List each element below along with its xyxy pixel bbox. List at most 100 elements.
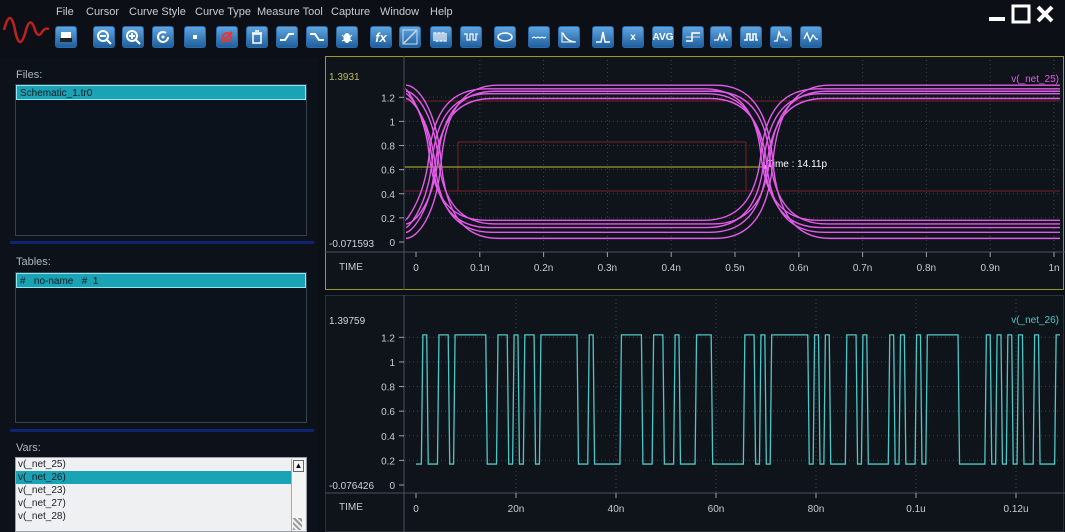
menu-measure-tool[interactable]: Measure Tool [257,6,323,18]
menu-help[interactable]: Help [430,6,453,18]
menu-cursor[interactable]: Cursor [86,6,119,18]
rising-edge-icon[interactable] [276,26,298,48]
y-tick-label: 0 [389,481,395,492]
x-marker-icon[interactable]: x [622,26,644,48]
print-icon[interactable] [55,26,77,48]
x-tick-label: 0 [413,263,419,274]
function-icon[interactable]: fx [370,26,392,48]
vars-list[interactable]: v(_net_25) v(_net_26) v(_net_23) v(_net_27)… [15,457,307,532]
y-tick-label: 0.2 [381,456,395,467]
x-axis-label: TIME [339,262,363,273]
step-icon[interactable] [682,26,704,48]
stop-icon[interactable] [184,26,206,48]
falling-edge-icon[interactable] [306,26,328,48]
splitter[interactable] [10,241,314,244]
menu-capture[interactable]: Capture [331,6,370,18]
y-tick-label: 0.4 [381,432,395,443]
scroll-up-icon[interactable]: ▲ [293,460,304,472]
tables-list[interactable]: # no-name # 1 [15,272,307,423]
y-max-label: 1.39759 [329,316,366,327]
scroll-thumb[interactable] [293,518,302,530]
var-item[interactable]: v(_net_25) [16,458,292,471]
y-tick-label: 0.8 [381,142,395,153]
tables-label: Tables: [16,256,51,268]
x-tick-label: 0.12u [1003,504,1028,515]
y-tick-label: 0 [389,238,395,249]
y-min-label: -0.071593 [329,239,374,250]
peak-icon[interactable] [592,26,614,48]
square-wave-icon[interactable] [740,26,762,48]
x-tick-label: 40n [608,504,625,515]
plot-pane-top[interactable]: Time : 14.11p 1.2 1 0.8 0.6 0.4 0.2 0 0 0.1n 0.2n… [325,56,1065,290]
zoom-reset-icon[interactable] [152,26,174,48]
average-icon[interactable]: AVG [652,26,674,48]
trash-icon[interactable] [246,26,268,48]
x-tick-label: 0.9n [980,263,999,274]
x-tick-label: 1n [1048,263,1059,274]
y-tick-label: 0.2 [381,214,395,225]
decay-icon[interactable] [558,26,580,48]
overshoot-icon[interactable] [770,26,792,48]
x-tick-label: 0.1n [470,263,489,274]
pulse-train-icon[interactable] [430,26,452,48]
minimize-icon[interactable] [987,4,1007,24]
signal-name: v(_net_26) [1011,315,1059,326]
zoom-out-icon[interactable] [93,26,115,48]
menu-file[interactable]: File [56,6,74,18]
x-tick-label: 0.8n [917,263,936,274]
noise-icon[interactable] [528,26,550,48]
cursor-readout: Time : 14.11p [767,159,827,170]
x-tick-label: 20n [508,504,525,515]
x-tick-label: 60n [708,504,725,515]
bug-icon[interactable] [336,26,358,48]
average-label: AVG [652,31,674,43]
x-tick-label: 0.7n [853,263,872,274]
x-tick-label: 0.1u [906,504,925,515]
y-tick-label: 0.4 [381,190,395,201]
y-tick-label: 0.6 [381,166,395,177]
menu-window[interactable]: Window [380,6,419,18]
vars-label: Vars: [16,442,41,454]
y-tick-label: 1.2 [381,333,395,344]
signal-name: v(_net_25) [1011,74,1059,85]
y-min-label: -0.076426 [329,481,374,492]
plot-pane-bottom[interactable]: 1.2 1 0.8 0.6 0.4 0.2 0 0 20n 40n 60n 80n 0.1u 0.12u 1… [325,295,1065,532]
menu-curve-style[interactable]: Curve Style [129,6,186,18]
y-tick-label: 0.8 [381,383,395,394]
list-item[interactable]: # no-name # 1 [16,273,306,288]
scrollbar[interactable]: ▲ [291,459,305,531]
function-label: fx [375,29,387,45]
line-chart-icon[interactable] [399,26,421,48]
y-tick-label: 1 [389,358,395,369]
x-axis-label: TIME [339,502,363,513]
y-tick-label: 0.6 [381,407,395,418]
splitter[interactable] [10,429,314,432]
files-label: Files: [16,69,43,81]
no-measure-icon[interactable] [216,26,238,48]
x-tick-label: 0.2n [534,263,553,274]
x-tick-label: 0.4n [661,263,680,274]
y-max-label: 1.3931 [329,72,360,83]
files-list[interactable]: Schematic_1.tr0 [15,84,307,236]
var-item[interactable]: v(_net_23) [16,484,292,497]
eye-pattern-icon[interactable] [460,26,482,48]
waveform-arrow-icon[interactable] [800,26,822,48]
x-tick-label: 0 [413,504,419,515]
close-icon[interactable] [1035,4,1055,24]
app-logo [2,16,50,44]
window-controls [987,4,1059,28]
edge-detect-icon[interactable] [710,26,732,48]
x-tick-label: 0.3n [598,263,617,274]
var-item[interactable]: v(_net_27) [16,497,292,510]
eye-shape-icon[interactable] [494,26,516,48]
y-tick-label: 1 [389,117,395,128]
zoom-in-icon[interactable] [122,26,144,48]
maximize-icon[interactable] [1011,4,1031,24]
x-tick-label: 0.6n [789,263,808,274]
var-item[interactable]: v(_net_28) [16,510,292,523]
x-tick-label: 80n [808,504,825,515]
x-marker-label: x [630,31,636,43]
list-item[interactable]: Schematic_1.tr0 [16,85,306,100]
menu-curve-type[interactable]: Curve Type [195,6,251,18]
var-item[interactable]: v(_net_26) [16,471,292,484]
